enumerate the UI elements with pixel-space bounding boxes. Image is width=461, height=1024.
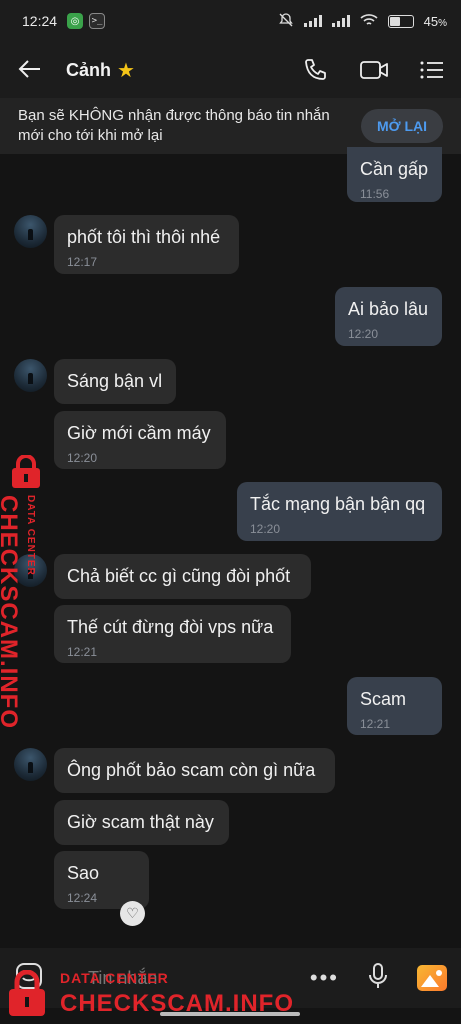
status-bar: 12:24 ◎ >_ 45% — [0, 0, 461, 42]
chat-header: Cảnh ★ — [0, 42, 461, 98]
status-time: 12:24 — [22, 13, 58, 29]
message-bubble-in[interactable]: Thế cút đừng đòi vps nữa 12:21 — [54, 605, 291, 663]
signal-icon-2 — [331, 15, 350, 27]
message-text: phốt tôi thì thôi nhé — [67, 227, 221, 247]
contact-avatar[interactable] — [14, 748, 47, 781]
watermark-side: DATA CENTER CHECKSCAM.INFO — [0, 454, 46, 729]
battery-icon — [387, 14, 414, 28]
message-text: Sao — [67, 863, 100, 883]
message-time: 12:21 — [67, 645, 98, 659]
message-bubble-out[interactable]: Ai bảo lâu 12:20 — [335, 287, 442, 346]
gallery-icon[interactable] — [417, 965, 447, 991]
message-text: Cần gấp — [360, 159, 429, 179]
battery-percent: 45% — [423, 13, 447, 29]
message-bubble-in[interactable]: Sáng bận vl — [54, 359, 176, 404]
mute-notice-text: Bạn sẽ KHÔNG nhận được thông báo tin nhắ… — [18, 107, 330, 144]
message-time: 12:21 — [360, 717, 391, 731]
unmute-button[interactable]: MỞ LẠI — [360, 109, 443, 143]
more-options-icon[interactable]: ••• — [310, 965, 339, 991]
message-time: 12:20 — [67, 451, 98, 465]
home-indicator[interactable] — [160, 1012, 300, 1016]
microphone-icon[interactable] — [367, 962, 389, 995]
app-notification-icon: ◎ — [67, 13, 84, 29]
message-bubble-in[interactable]: phốt tôi thì thôi nhé 12:17 — [54, 215, 239, 274]
message-text: Chả biết cc gì cũng đòi phốt — [67, 566, 291, 586]
message-time: 11:56 — [360, 187, 390, 201]
message-bubble-in[interactable]: Giờ scam thật này — [54, 800, 229, 845]
phone-call-icon[interactable] — [303, 57, 329, 83]
heart-reaction-icon[interactable]: ♡ — [120, 901, 145, 926]
mute-notice: Bạn sẽ KHÔNG nhận được thông báo tin nhắ… — [0, 98, 461, 154]
message-text: Giờ scam thật này — [67, 812, 214, 832]
message-bubble-out[interactable]: Cần gấp 11:56 — [347, 147, 442, 202]
message-text: Ai bảo lâu — [348, 299, 429, 319]
message-text: Scam — [360, 689, 407, 709]
watermark-small-text: DATA CENTER — [25, 495, 36, 576]
wifi-icon — [360, 13, 378, 30]
signal-icon — [303, 15, 322, 27]
contact-name[interactable]: Cảnh — [66, 60, 111, 81]
message-bubble-in[interactable]: Giờ mới cầm máy 12:20 — [54, 411, 226, 469]
terminal-notification-icon: >_ — [89, 13, 106, 29]
watermark-small-text: DATA CENTER — [60, 970, 169, 986]
message-text: Thế cút đừng đòi vps nữa — [67, 617, 274, 637]
contact-avatar[interactable] — [14, 215, 47, 248]
watermark-bottom: DATA CENTER CHECKSCAM.INFO — [4, 968, 304, 1018]
message-time: 12:20 — [250, 522, 281, 536]
lock-icon — [4, 969, 50, 1023]
lock-icon — [6, 454, 46, 494]
back-arrow-icon[interactable] — [18, 55, 52, 86]
mute-bell-icon — [278, 12, 294, 31]
message-bubble-out[interactable]: Tắc mạng bận bận qq 12:20 — [237, 482, 442, 541]
message-text: Giờ mới cầm máy — [67, 423, 211, 443]
message-bubble-in[interactable]: Ông phốt bảo scam còn gì nữa — [54, 748, 335, 793]
message-text: Ông phốt bảo scam còn gì nữa — [67, 760, 316, 780]
star-icon: ★ — [117, 59, 135, 82]
menu-list-icon[interactable] — [419, 59, 445, 81]
contact-avatar[interactable] — [14, 359, 47, 392]
message-text: Tắc mạng bận bận qq — [250, 494, 426, 514]
message-bubble-out[interactable]: Scam 12:21 — [347, 677, 442, 735]
message-bubble-in[interactable]: Chả biết cc gì cũng đòi phốt — [54, 554, 311, 599]
watermark-big-text: CHECKSCAM.INFO — [0, 495, 22, 729]
message-time: 12:20 — [348, 327, 379, 341]
message-time: 12:17 — [67, 255, 98, 269]
message-text: Sáng bận vl — [67, 371, 163, 391]
video-call-icon[interactable] — [359, 59, 389, 81]
